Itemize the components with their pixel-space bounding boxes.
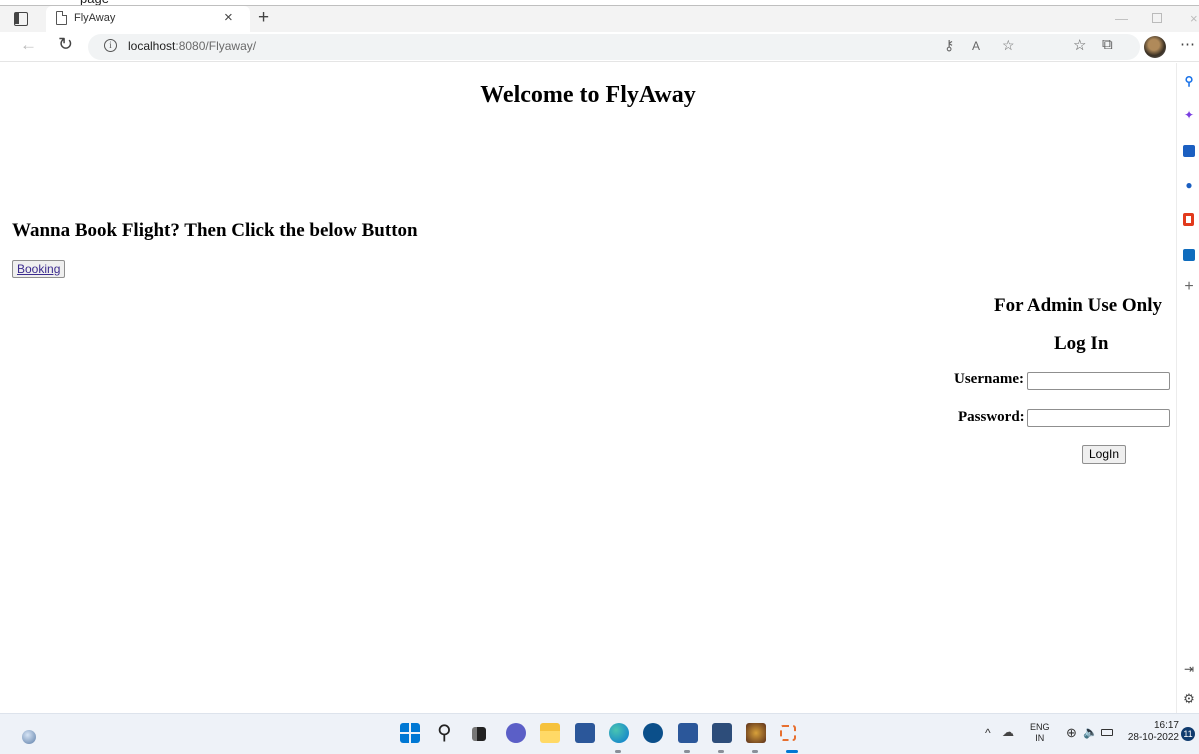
cloud-icon[interactable]: ☁	[1002, 725, 1014, 739]
info-icon[interactable]: i	[104, 39, 117, 52]
clock-time: 16:17	[1153, 720, 1179, 731]
task-view-icon[interactable]	[472, 727, 486, 741]
url-text[interactable]: localhost:8080/Flyaway/	[128, 39, 256, 53]
minimize-icon[interactable]: —	[1115, 11, 1128, 26]
tab-title: FlyAway	[74, 12, 116, 24]
notification-badge[interactable]: 11	[1181, 727, 1195, 741]
address-bar[interactable]: i localhost:8080/Flyaway/ ⚷ A ☆	[88, 34, 1140, 60]
tab-bar: FlyAway × + — ×	[0, 6, 1199, 32]
url-path: :8080/Flyaway/	[175, 39, 257, 53]
close-tab-icon[interactable]: ×	[224, 9, 233, 26]
running-indicator	[615, 750, 621, 753]
profile-avatar[interactable]	[1144, 36, 1166, 58]
weather-widget-icon[interactable]	[22, 730, 36, 744]
shopping-icon[interactable]	[1183, 145, 1195, 157]
refresh-icon[interactable]: ↻	[58, 34, 73, 55]
key-icon[interactable]: ⚷	[944, 37, 954, 54]
taskbar-search-icon[interactable]: ⚲	[437, 720, 457, 744]
file-explorer-icon[interactable]	[540, 723, 560, 743]
battery-icon[interactable]	[1101, 729, 1113, 736]
outlook-icon[interactable]	[1183, 249, 1195, 261]
people-icon[interactable]: ●	[1183, 179, 1195, 191]
discover-icon[interactable]: ✦	[1183, 109, 1195, 121]
hide-sidebar-icon[interactable]: ⇥	[1183, 663, 1195, 675]
clock-date: 28-10-2022	[1127, 732, 1179, 743]
booking-prompt: Wanna Book Flight? Then Click the below …	[12, 220, 418, 241]
running-indicator	[718, 750, 724, 753]
region-code: IN	[1035, 733, 1045, 743]
running-indicator	[752, 750, 758, 753]
running-indicator	[684, 750, 690, 753]
password-label: Password:	[958, 409, 1025, 425]
username-label: Username:	[954, 371, 1024, 387]
language-indicator[interactable]: ENG IN	[1030, 722, 1050, 744]
welcome-heading: Welcome to FlyAway	[480, 82, 696, 108]
page-icon	[56, 11, 67, 25]
running-indicator	[786, 750, 798, 753]
edge-sidebar: ⚲ ✦ ● + ⇥ ⚙	[1176, 63, 1199, 713]
clock[interactable]: 16:17 28-10-2022	[1127, 720, 1179, 744]
word-icon[interactable]	[678, 723, 698, 743]
volume-icon[interactable]: 🔈	[1083, 725, 1098, 739]
more-icon[interactable]: ⋯	[1180, 35, 1195, 53]
chat-icon[interactable]	[506, 723, 526, 743]
edge-icon[interactable]	[609, 723, 629, 743]
booking-button[interactable]: Booking	[12, 260, 66, 278]
chevron-up-icon[interactable]: ^	[985, 726, 991, 740]
login-button[interactable]: LogIn	[1082, 445, 1127, 464]
password-input[interactable]	[1027, 409, 1170, 427]
tab-flyaway[interactable]: FlyAway ×	[46, 6, 250, 32]
navigation-bar: ← ↻ i localhost:8080/Flyaway/ ⚷ A ☆ ☆ ⧉ …	[0, 32, 1199, 62]
add-favorite-icon[interactable]: ☆	[1002, 37, 1015, 54]
teams-icon[interactable]	[643, 723, 663, 743]
app-icon[interactable]	[746, 723, 766, 743]
username-input[interactable]	[1027, 372, 1170, 390]
network-icon[interactable]: ⊕	[1066, 725, 1077, 741]
search-icon[interactable]: ⚲	[1183, 75, 1195, 87]
taskbar: ⚲ ^ ☁ ENG IN ⊕ 🔈 16:17 28-10-2022 11	[0, 713, 1199, 754]
back-icon[interactable]: ←	[20, 35, 37, 55]
language-code: ENG	[1030, 722, 1050, 732]
store-icon[interactable]	[575, 723, 595, 743]
snipping-tool-icon[interactable]	[780, 725, 796, 741]
new-tab-icon[interactable]: +	[258, 7, 269, 29]
maximize-icon[interactable]	[1152, 13, 1162, 23]
start-icon[interactable]	[400, 723, 420, 743]
settings-icon[interactable]: ⚙	[1183, 692, 1195, 705]
close-window-icon[interactable]: ×	[1190, 11, 1198, 26]
tab-actions-icon[interactable]	[14, 12, 28, 26]
favorites-icon[interactable]: ☆	[1073, 36, 1086, 54]
office-icon[interactable]	[1183, 213, 1194, 226]
app-icon[interactable]	[712, 723, 732, 743]
admin-heading: For Admin Use Only	[994, 295, 1163, 316]
url-host: localhost	[128, 39, 176, 53]
login-heading: Log In	[1054, 333, 1109, 354]
add-icon[interactable]: +	[1183, 279, 1195, 295]
read-aloud-icon[interactable]: A	[972, 39, 980, 53]
web-page: Welcome to FlyAway Wanna Book Flight? Th…	[0, 63, 1176, 713]
collections-icon[interactable]: ⧉	[1102, 36, 1113, 53]
